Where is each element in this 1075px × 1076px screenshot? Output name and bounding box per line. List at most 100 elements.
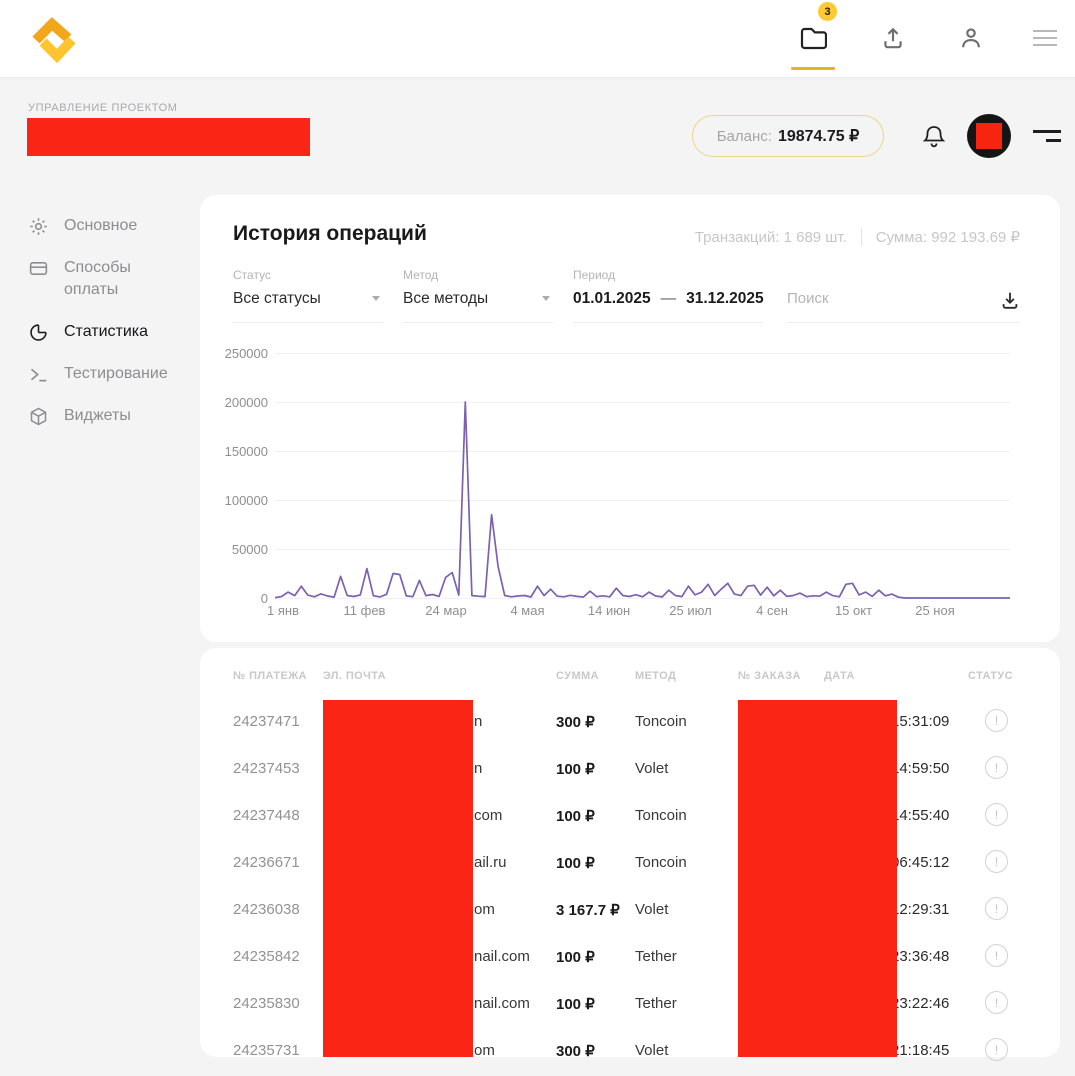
x-axis-tick-label: 1 янв — [267, 603, 299, 618]
profile-icon[interactable] — [955, 22, 987, 54]
email-fragment-cell: n — [474, 713, 482, 730]
method-cell: Volet — [635, 760, 668, 777]
search-underline — [787, 322, 1020, 323]
method-cell: Toncoin — [635, 713, 687, 730]
exclamation-circle-icon[interactable]: ! — [985, 709, 1008, 732]
chevron-down-icon[interactable] — [542, 296, 550, 301]
menu-icon[interactable] — [1029, 22, 1061, 54]
y-axis-tick-label: 200000 — [225, 395, 268, 410]
settings-lines-icon[interactable] — [1033, 128, 1061, 144]
payment-id-cell: 24237448 — [233, 807, 300, 824]
method-cell: Tether — [635, 948, 677, 965]
y-axis-tick-label: 150000 — [225, 444, 268, 459]
y-axis-tick-label: 100000 — [225, 493, 268, 508]
projects-count-badge: 3 — [818, 2, 837, 21]
project-name-redaction[interactable] — [27, 118, 310, 156]
status-filter-underline — [233, 322, 383, 323]
sidebar-item-statistics[interactable]: Статистика — [28, 311, 188, 353]
x-axis-tick-label: 25 июл — [669, 603, 711, 618]
amount-cell: 100 ₽ — [556, 854, 595, 872]
y-axis-tick-label: 50000 — [232, 542, 268, 557]
period-filter-label: Период — [573, 268, 615, 282]
payment-id-cell: 24235731 — [233, 1042, 300, 1059]
email-column-redaction — [323, 700, 473, 1057]
active-tab-underline — [791, 67, 835, 70]
payment-id-cell: 24236038 — [233, 901, 300, 918]
sidebar-item-label: Способы оплаты — [64, 257, 188, 301]
time-cell: 23:36:48 — [891, 948, 949, 965]
email-fragment-cell: nail.com — [474, 995, 530, 1012]
sidebar-item-label: Статистика — [64, 321, 148, 343]
page-title: История операций — [233, 222, 427, 246]
download-icon[interactable] — [999, 289, 1021, 311]
x-axis-tick-label: 14 июн — [588, 603, 630, 618]
exclamation-circle-icon[interactable]: ! — [985, 944, 1008, 967]
sidebar-item-widgets[interactable]: Виджеты — [28, 395, 188, 437]
order-column-redaction — [738, 700, 897, 1057]
user-avatar[interactable] — [967, 114, 1011, 158]
sidebar-item-label: Основное — [64, 215, 137, 237]
email-fragment-cell: com — [474, 807, 502, 824]
time-cell: 15:31:09 — [891, 713, 949, 730]
status-filter-select[interactable]: Все статусы — [233, 290, 321, 308]
method-cell: Volet — [635, 1042, 668, 1059]
exclamation-circle-icon[interactable]: ! — [985, 1038, 1008, 1061]
exclamation-circle-icon[interactable]: ! — [985, 803, 1008, 826]
exclamation-circle-icon[interactable]: ! — [985, 897, 1008, 920]
col-order-header: № ЗАКАЗА — [738, 670, 801, 682]
avatar-redaction — [976, 123, 1002, 149]
balance-pill[interactable]: Баланс: 19874.75 ₽ — [692, 115, 884, 157]
sidebar-item-methods[interactable]: Способы оплаты — [28, 247, 188, 311]
balance-label: Баланс: — [717, 128, 772, 145]
method-cell: Toncoin — [635, 854, 687, 871]
email-fragment-cell: n — [474, 760, 482, 777]
email-fragment-cell: om — [474, 901, 495, 918]
method-filter-underline — [403, 322, 553, 323]
sidebar-item-main[interactable]: Основное — [28, 205, 188, 247]
cube-icon — [28, 405, 49, 427]
payment-id-cell: 24235842 — [233, 948, 300, 965]
col-payment-header: № ПЛАТЕЖА — [233, 670, 307, 682]
projects-folder-icon[interactable] — [797, 22, 829, 54]
notifications-bell-icon[interactable] — [922, 124, 946, 150]
time-cell: 21:18:45 — [891, 1042, 949, 1059]
method-filter-select[interactable]: Все методы — [403, 290, 488, 308]
x-axis-tick-label: 4 сен — [756, 603, 788, 618]
pie-icon — [28, 321, 49, 343]
email-fragment-cell: om — [474, 1042, 495, 1059]
y-axis-tick-label: 250000 — [225, 346, 268, 361]
sidebar-item-testing[interactable]: Тестирование — [28, 353, 188, 395]
chart-y-axis: 250000200000150000100000500000 — [214, 346, 268, 606]
app-logo-icon[interactable] — [24, 11, 78, 65]
col-email-header: ЭЛ. ПОЧТА — [323, 670, 386, 682]
period-from-input[interactable]: 01.01.2025 — [573, 290, 651, 308]
exclamation-circle-icon[interactable]: ! — [985, 850, 1008, 873]
payment-id-cell: 24236671 — [233, 854, 300, 871]
exclamation-circle-icon[interactable]: ! — [985, 756, 1008, 779]
email-fragment-cell: nail.com — [474, 948, 530, 965]
sidebar-nav: Основное Способы оплаты Статистика Тестиров… — [28, 205, 188, 437]
terminal-icon — [28, 363, 49, 385]
period-filter-underline — [573, 322, 763, 323]
card-icon — [28, 257, 49, 279]
payment-id-cell: 24235830 — [233, 995, 300, 1012]
time-cell: 14:55:40 — [891, 807, 949, 824]
amount-cell: 3 167.7 ₽ — [556, 901, 620, 919]
period-to-input[interactable]: 31.12.2025 — [686, 290, 764, 308]
project-section-label: УПРАВЛЕНИЕ ПРОЕКТОМ — [28, 102, 178, 114]
payment-id-cell: 24237453 — [233, 760, 300, 777]
method-cell: Volet — [635, 901, 668, 918]
payment-id-cell: 24237471 — [233, 713, 300, 730]
upload-icon[interactable] — [877, 22, 909, 54]
chevron-down-icon[interactable] — [372, 296, 380, 301]
amount-cell: 300 ₽ — [556, 1042, 595, 1060]
gear-icon — [28, 215, 49, 237]
amount-cell: 100 ₽ — [556, 807, 595, 825]
amount-cell: 100 ₽ — [556, 948, 595, 966]
time-cell: 23:22:46 — [891, 995, 949, 1012]
search-input[interactable] — [787, 290, 977, 307]
email-fragment-cell: ail.ru — [474, 854, 507, 871]
method-filter-label: Метод — [403, 268, 438, 282]
col-method-header: МЕТОД — [635, 670, 676, 682]
exclamation-circle-icon[interactable]: ! — [985, 991, 1008, 1014]
